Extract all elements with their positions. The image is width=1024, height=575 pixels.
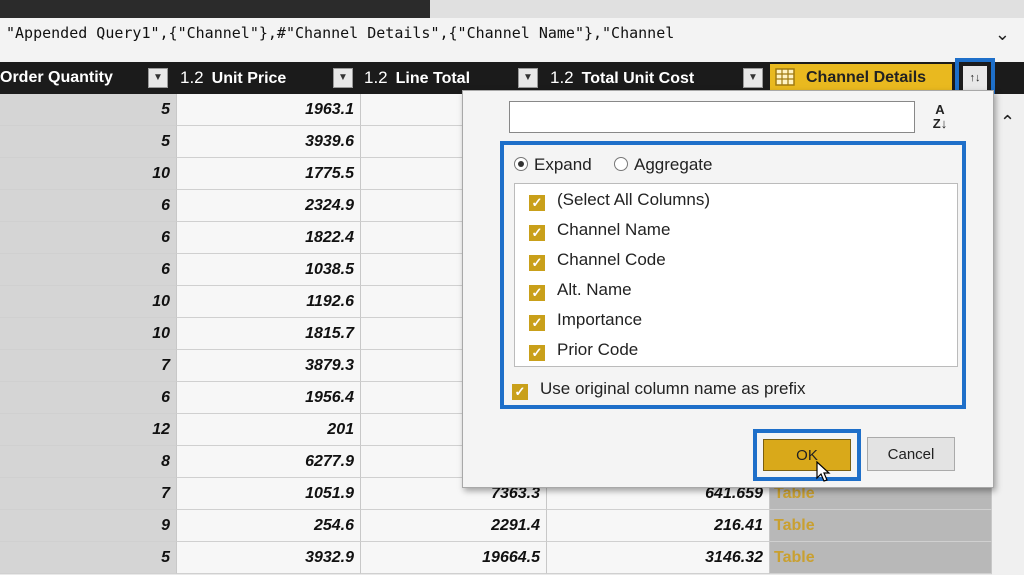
cell-order-quantity[interactable]: 5 xyxy=(0,542,177,574)
ok-highlight-box: OK xyxy=(753,429,861,481)
cell-order-quantity[interactable]: 5 xyxy=(0,126,177,158)
ok-button[interactable]: OK xyxy=(763,439,851,471)
radio-selected-icon xyxy=(514,157,528,171)
cell-unit-price[interactable]: 1822.4 xyxy=(177,222,361,254)
table-row[interactable]: 9 254.6 2291.4 216.41 Table xyxy=(0,510,1024,542)
table-icon xyxy=(775,68,795,86)
column-item-label: Alt. Name xyxy=(557,280,632,299)
formula-text[interactable]: "Appended Query1",{"Channel"},#"Channel … xyxy=(6,24,674,42)
header-order-quantity[interactable]: Order Quantity xyxy=(0,62,140,94)
cell-unit-price[interactable]: 3939.6 xyxy=(177,126,361,158)
prefix-label: Use original column name as prefix xyxy=(540,379,806,398)
filter-dropdown-icon[interactable]: ▼ xyxy=(333,68,353,88)
cell-channel-details[interactable]: Table xyxy=(770,510,992,542)
chevron-down-icon[interactable]: ⌄ xyxy=(995,24,1010,45)
cell-unit-price[interactable]: 1192.6 xyxy=(177,286,361,318)
cell-unit-price[interactable]: 1051.9 xyxy=(177,478,361,510)
cell-unit-price[interactable]: 254.6 xyxy=(177,510,361,542)
cell-line-total[interactable]: 2291.4 xyxy=(361,510,547,542)
mouse-cursor-icon xyxy=(816,461,831,482)
cell-order-quantity[interactable]: 12 xyxy=(0,414,177,446)
cell-total-unit-cost[interactable]: 3146.32 xyxy=(547,542,770,574)
header-label: Total Unit Cost xyxy=(581,70,695,87)
cell-unit-price[interactable]: 3879.3 xyxy=(177,350,361,382)
options-highlight-box: Expand Aggregate ✓ (Select All Columns) ✓ C… xyxy=(500,141,966,409)
cell-order-quantity[interactable]: 6 xyxy=(0,382,177,414)
cell-line-total[interactable]: 19664.5 xyxy=(361,542,547,574)
cell-unit-price[interactable]: 2324.9 xyxy=(177,190,361,222)
cell-unit-price[interactable]: 1775.5 xyxy=(177,158,361,190)
cell-order-quantity[interactable]: 6 xyxy=(0,254,177,286)
top-strip-segment xyxy=(430,0,1024,18)
column-item-label: Channel Name xyxy=(557,220,671,239)
column-checkbox-item[interactable]: ✓ Channel Name xyxy=(529,216,670,244)
checkbox-checked-icon: ✓ xyxy=(529,195,545,211)
checkbox-checked-icon: ✓ xyxy=(529,345,545,361)
cell-order-quantity[interactable]: 7 xyxy=(0,350,177,382)
cell-order-quantity[interactable]: 6 xyxy=(0,222,177,254)
expand-columns-popup: A Z↓ Expand Aggregate ✓ (Select All Column… xyxy=(462,90,994,488)
window-top-strip xyxy=(0,0,1024,18)
column-checkbox-item[interactable]: ✓ Alt. Name xyxy=(529,276,632,304)
vertical-scrollbar[interactable]: ⌃ xyxy=(992,94,1024,575)
checkbox-checked-icon: ✓ xyxy=(529,225,545,241)
header-unit-price[interactable]: 1.2 Unit Price xyxy=(180,62,330,94)
formula-bar[interactable]: "Appended Query1",{"Channel"},#"Channel … xyxy=(0,18,1024,63)
header-label: Line Total xyxy=(395,70,471,87)
cell-channel-details[interactable]: Table xyxy=(770,542,992,574)
type-decimal-icon: 1.2 xyxy=(550,68,574,87)
table-row[interactable]: 5 3932.9 19664.5 3146.32 Table xyxy=(0,542,1024,574)
type-decimal-icon: 1.2 xyxy=(364,68,388,87)
expand-label: Expand xyxy=(534,155,592,174)
column-item-label: Importance xyxy=(557,310,643,329)
filter-dropdown-icon[interactable]: ▼ xyxy=(743,68,763,88)
column-item-label: (Select All Columns) xyxy=(557,190,711,209)
radio-unselected-icon xyxy=(614,157,628,171)
cell-order-quantity[interactable]: 6 xyxy=(0,190,177,222)
aggregate-radio[interactable]: Aggregate xyxy=(614,155,712,175)
cell-order-quantity[interactable]: 7 xyxy=(0,478,177,510)
checkbox-checked-icon: ✓ xyxy=(529,315,545,331)
expand-arrows-icon: ↑↓ xyxy=(963,66,987,90)
cell-order-quantity[interactable]: 10 xyxy=(0,158,177,190)
filter-dropdown-icon[interactable]: ▼ xyxy=(518,68,538,88)
header-label: Order Quantity xyxy=(0,69,113,86)
column-checkbox-item[interactable]: ✓ Channel Code xyxy=(529,246,666,274)
cell-unit-price[interactable]: 201 xyxy=(177,414,361,446)
column-checkbox-item[interactable]: ✓ (Select All Columns) xyxy=(529,186,710,214)
header-label: Unit Price xyxy=(211,70,287,87)
cell-unit-price[interactable]: 1956.4 xyxy=(177,382,361,414)
cell-order-quantity[interactable]: 10 xyxy=(0,286,177,318)
prefix-checkbox[interactable]: ✓ Use original column name as prefix xyxy=(512,379,806,400)
column-search-input[interactable] xyxy=(509,101,915,133)
checkbox-checked-icon: ✓ xyxy=(529,255,545,271)
column-item-label: Channel Code xyxy=(557,250,666,269)
header-channel-details[interactable]: Channel Details xyxy=(770,64,952,92)
cell-unit-price[interactable]: 1815.7 xyxy=(177,318,361,350)
column-checkbox-item[interactable]: ✓ Importance xyxy=(529,306,642,334)
cell-order-quantity[interactable]: 8 xyxy=(0,446,177,478)
checkbox-checked-icon: ✓ xyxy=(512,384,528,400)
cell-unit-price[interactable]: 6277.9 xyxy=(177,446,361,478)
expand-radio[interactable]: Expand xyxy=(514,155,592,175)
checkbox-checked-icon: ✓ xyxy=(529,285,545,301)
cell-unit-price[interactable]: 1038.5 xyxy=(177,254,361,286)
cell-order-quantity[interactable]: 10 xyxy=(0,318,177,350)
column-item-label: Prior Code xyxy=(557,340,639,359)
cell-order-quantity[interactable]: 5 xyxy=(0,94,177,126)
aggregate-label: Aggregate xyxy=(634,155,713,174)
column-checklist: ✓ (Select All Columns) ✓ Channel Name ✓ Chann… xyxy=(514,183,958,367)
type-decimal-icon: 1.2 xyxy=(180,68,204,87)
cancel-button[interactable]: Cancel xyxy=(867,437,955,471)
scroll-up-icon[interactable]: ⌃ xyxy=(1000,112,1015,133)
cell-order-quantity[interactable]: 9 xyxy=(0,510,177,542)
cell-unit-price[interactable]: 3932.9 xyxy=(177,542,361,574)
header-label: Channel Details xyxy=(806,69,927,86)
sort-az-icon[interactable]: A Z↓ xyxy=(925,103,955,133)
column-checkbox-item[interactable]: ✓ Prior Code xyxy=(529,336,638,364)
filter-dropdown-icon[interactable]: ▼ xyxy=(148,68,168,88)
cell-total-unit-cost[interactable]: 216.41 xyxy=(547,510,770,542)
cell-unit-price[interactable]: 1963.1 xyxy=(177,94,361,126)
